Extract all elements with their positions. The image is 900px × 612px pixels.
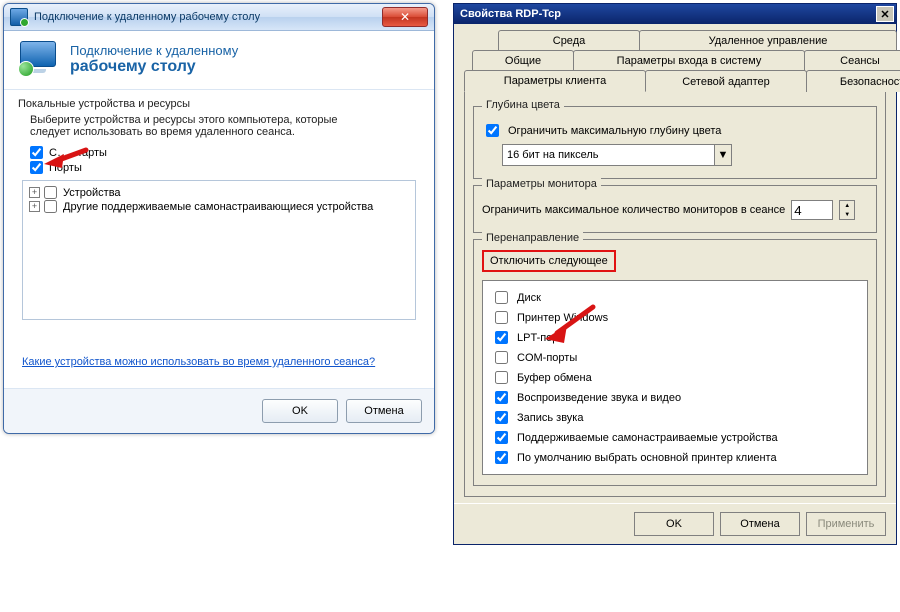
titlebar[interactable]: Свойства RDP-Tcp ✕ xyxy=(454,4,896,24)
redir-item[interactable]: Воспроизведение звука и видео xyxy=(491,388,859,407)
limit-color-label: Ограничить максимальную глубину цвета xyxy=(508,125,721,137)
tab-sessions[interactable]: Сеансы xyxy=(804,50,900,71)
redir-checkbox[interactable] xyxy=(495,331,508,344)
redir-label: Воспроизведение звука и видео xyxy=(517,392,681,404)
redirection-legend: Перенаправление xyxy=(482,232,583,244)
redir-label: Запись звука xyxy=(517,412,583,424)
close-button[interactable]: ✕ xyxy=(382,7,428,27)
monitor-legend: Параметры монитора xyxy=(482,178,601,190)
rdp-large-icon xyxy=(18,41,60,77)
section-title: Покальные устройства и ресурсы xyxy=(18,98,420,110)
redir-label: По умолчанию выбрать основной принтер кл… xyxy=(517,452,777,464)
tab-environment[interactable]: Среда xyxy=(498,30,640,51)
monitor-settings-group: Параметры монитора Ограничить максимальн… xyxy=(473,185,877,233)
cancel-button[interactable]: Отмена xyxy=(720,512,800,536)
color-depth-value: 16 бит на пиксель xyxy=(507,149,599,161)
tabs-row-3: Параметры клиента Сетевой адаптер Безопа… xyxy=(464,70,886,92)
redirection-group: Перенаправление Отключить следующее Диск… xyxy=(473,239,877,486)
tab-client-settings[interactable]: Параметры клиента xyxy=(464,70,646,92)
redir-checkbox[interactable] xyxy=(495,431,508,444)
dialog-header: Подключение к удаленному рабочему столу xyxy=(4,31,434,90)
redir-label: Принтер Windows xyxy=(517,312,608,324)
apply-button[interactable]: Применить xyxy=(806,512,886,536)
redir-item[interactable]: Принтер Windows xyxy=(491,308,859,327)
titlebar[interactable]: Подключение к удаленному рабочему столу … xyxy=(4,4,434,31)
ports-label: Порты xyxy=(49,162,82,174)
tab-general[interactable]: Общие xyxy=(472,50,574,71)
tab-network-adapter[interactable]: Сетевой адаптер xyxy=(645,70,807,92)
devices-label: Устройства xyxy=(63,187,121,199)
tabs-row-1: Среда Удаленное управление xyxy=(498,30,886,51)
redir-label: LPT-порт xyxy=(517,332,563,344)
monitor-count-input[interactable] xyxy=(791,200,833,220)
redirection-list: Диск Принтер Windows LPT-порт COM-порты Буфе… xyxy=(482,280,868,475)
expand-icon[interactable]: + xyxy=(29,201,40,212)
tab-security[interactable]: Безопасность xyxy=(806,70,900,92)
redir-checkbox[interactable] xyxy=(495,371,508,384)
window-title: Подключение к удаленному рабочему столу xyxy=(34,11,260,23)
redir-item[interactable]: LPT-порт xyxy=(491,328,859,347)
redir-label: COM-порты xyxy=(517,352,577,364)
ports-checkbox[interactable] xyxy=(30,161,43,174)
color-depth-group: Глубина цвета Ограничить максимальную гл… xyxy=(473,106,877,179)
tree-item-devices[interactable]: + Устройства xyxy=(29,186,409,199)
ok-button[interactable]: OK xyxy=(634,512,714,536)
cancel-button[interactable]: Отмена xyxy=(346,399,422,423)
ports-checkbox-row[interactable]: Порты xyxy=(30,161,420,174)
disable-following-label: Отключить следующее xyxy=(490,255,608,267)
smartcards-checkbox[interactable] xyxy=(30,146,43,159)
redir-item[interactable]: Буфер обмена xyxy=(491,368,859,387)
rdp-icon xyxy=(10,8,28,26)
tab-logon-settings[interactable]: Параметры входа в систему xyxy=(573,50,805,71)
tab-remote-control[interactable]: Удаленное управление xyxy=(639,30,897,51)
other-pnp-checkbox[interactable] xyxy=(44,200,57,213)
redir-item[interactable]: Диск xyxy=(491,288,859,307)
devices-tree[interactable]: + Устройства + Другие поддерживаемые сам… xyxy=(22,180,416,320)
devices-checkbox[interactable] xyxy=(44,186,57,199)
header-line1: Подключение к удаленному xyxy=(70,43,238,58)
color-depth-legend: Глубина цвета xyxy=(482,99,564,111)
header-line2: рабочему столу xyxy=(70,58,238,76)
rdp-tcp-properties-dialog: Свойства RDP-Tcp ✕ Среда Удаленное управ… xyxy=(453,3,897,545)
redir-item[interactable]: По умолчанию выбрать основной принтер кл… xyxy=(491,448,859,467)
limit-color-checkbox[interactable] xyxy=(486,124,499,137)
redir-checkbox[interactable] xyxy=(495,391,508,404)
other-pnp-label: Другие поддерживаемые самонастраивающиес… xyxy=(63,201,373,213)
tabs-row-2: Общие Параметры входа в систему Сеансы xyxy=(472,50,886,71)
tree-item-other-pnp[interactable]: + Другие поддерживаемые самонастраивающи… xyxy=(29,200,409,213)
rdp-client-local-resources-dialog: Подключение к удаленному рабочему столу … xyxy=(3,3,435,434)
expand-icon[interactable]: + xyxy=(29,187,40,198)
client-settings-panel: Глубина цвета Ограничить максимальную гл… xyxy=(464,91,886,497)
smartcards-label: С… …арты xyxy=(49,147,107,159)
redir-item[interactable]: Поддерживаемые самонастраиваемые устройс… xyxy=(491,428,859,447)
redir-checkbox[interactable] xyxy=(495,351,508,364)
redir-item[interactable]: Запись звука xyxy=(491,408,859,427)
redir-checkbox[interactable] xyxy=(495,451,508,464)
window-title: Свойства RDP-Tcp xyxy=(460,8,561,20)
redir-checkbox[interactable] xyxy=(495,291,508,304)
color-depth-combo[interactable]: 16 бит на пиксель ▼ xyxy=(502,144,732,166)
close-button[interactable]: ✕ xyxy=(876,6,894,22)
monitor-count-spinner[interactable]: ▲▼ xyxy=(839,200,855,220)
instruction-text: Выберите устройства и ресурсы этого комп… xyxy=(30,114,380,138)
redir-label: Диск xyxy=(517,292,541,304)
monitor-limit-label: Ограничить максимальное количество монит… xyxy=(482,204,785,216)
limit-color-checkbox-row[interactable]: Ограничить максимальную глубину цвета xyxy=(482,121,868,140)
chevron-down-icon[interactable]: ▼ xyxy=(714,145,731,165)
help-link[interactable]: Какие устройства можно использовать во в… xyxy=(22,356,375,368)
redir-label: Буфер обмена xyxy=(517,372,592,384)
smartcards-checkbox-row[interactable]: С… …арты xyxy=(30,146,420,159)
ok-button[interactable]: OK xyxy=(262,399,338,423)
redir-checkbox[interactable] xyxy=(495,311,508,324)
disable-following-highlight: Отключить следующее xyxy=(482,250,616,272)
redir-item[interactable]: COM-порты xyxy=(491,348,859,367)
redir-label: Поддерживаемые самонастраиваемые устройс… xyxy=(517,432,778,444)
redir-checkbox[interactable] xyxy=(495,411,508,424)
